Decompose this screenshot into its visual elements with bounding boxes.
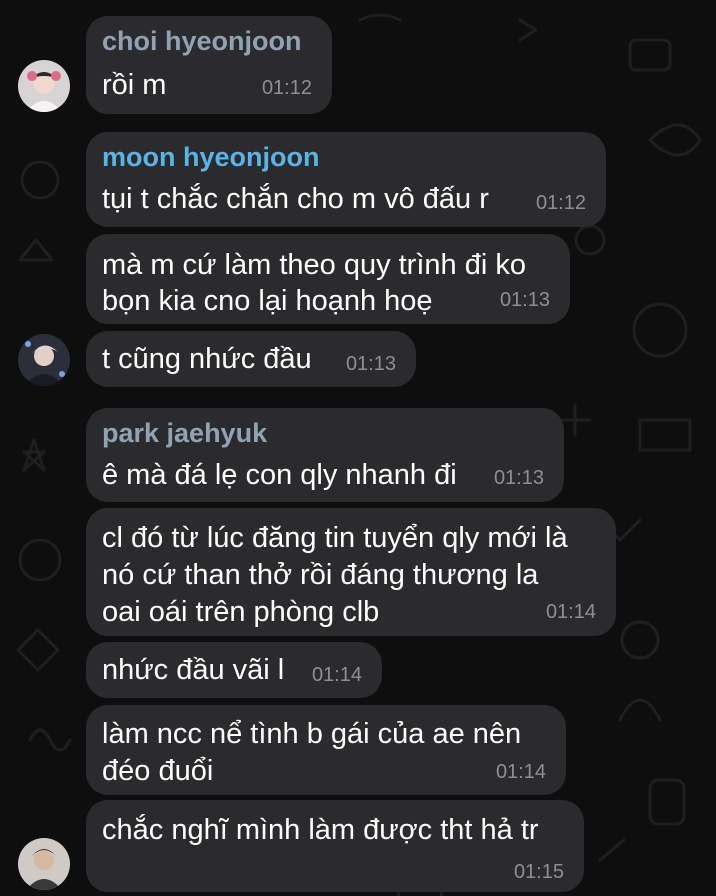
sender-name: park jaehyuk xyxy=(102,418,268,448)
message-text: tụi t chắc chắn cho m vô đấu r xyxy=(102,183,489,215)
message-bubble[interactable]: cl đó từ lúc đăng tin tuyển qly mới là n… xyxy=(86,508,616,636)
message-text: làm ncc nể tình b gái của ae nên xyxy=(102,718,522,750)
message-time: 01:14 xyxy=(495,761,546,783)
message-bubble[interactable]: moon hyeonjoon tụi t chắc chắn cho m vô … xyxy=(86,132,606,227)
message-bubble[interactable]: park jaehyuk ê mà đá lẹ con qly nhanh đi… xyxy=(86,408,564,502)
message-bubble[interactable]: t cũng nhức đầu 01:13 xyxy=(86,331,416,387)
message-text: chắc nghĩ mình làm được tht hả tr xyxy=(102,814,539,846)
message-text: nó cứ than thở rồi đáng thương la xyxy=(102,559,539,591)
message-time: 01:15 xyxy=(513,861,564,883)
message-text: đéo đuổi xyxy=(102,755,214,787)
message-text: cl đó từ lúc đăng tin tuyển qly mới là xyxy=(102,522,568,554)
avatar-choi[interactable] xyxy=(18,60,70,112)
message-time: 01:13 xyxy=(345,353,396,375)
avatar-park[interactable] xyxy=(18,838,70,890)
message-text: oai oái trên phòng clb xyxy=(102,596,380,628)
message-bubble[interactable]: choi hyeonjoon rồi m 01:12 xyxy=(86,16,332,114)
message-time: 01:14 xyxy=(545,601,596,623)
avatar-moon[interactable] xyxy=(18,334,70,386)
avatar-image xyxy=(18,60,70,112)
message-bubble[interactable]: mà m cứ làm theo quy trình đi ko bọn kia… xyxy=(86,234,570,324)
message-time: 01:12 xyxy=(535,192,586,214)
message-text: t cũng nhức đầu xyxy=(102,343,312,375)
message-time: 01:12 xyxy=(261,77,312,99)
avatar-image xyxy=(18,334,70,386)
message-text: rồi m xyxy=(102,69,167,101)
message-time: 01:13 xyxy=(493,467,544,489)
message-text: mà m cứ làm theo quy trình đi ko xyxy=(102,249,526,281)
avatar-image xyxy=(18,838,70,890)
message-text: bọn kia cno lại hoạnh hoẹ xyxy=(102,285,433,317)
message-time: 01:14 xyxy=(311,664,362,686)
message-time: 01:13 xyxy=(499,289,550,311)
message-bubble[interactable]: chắc nghĩ mình làm được tht hả tr 01:15 xyxy=(86,800,584,892)
chat-area[interactable]: choi hyeonjoon rồi m 01:12 moon hyeonjoo… xyxy=(0,0,716,896)
sender-name: choi hyeonjoon xyxy=(102,26,302,56)
message-bubble[interactable]: nhức đầu vãi l 01:14 xyxy=(86,642,382,698)
message-bubble[interactable]: làm ncc nể tình b gái của ae nên đéo đuổ… xyxy=(86,705,566,795)
sender-name: moon hyeonjoon xyxy=(102,142,320,172)
message-text: ê mà đá lẹ con qly nhanh đi xyxy=(102,459,457,491)
message-text: nhức đầu vãi l xyxy=(102,654,285,686)
